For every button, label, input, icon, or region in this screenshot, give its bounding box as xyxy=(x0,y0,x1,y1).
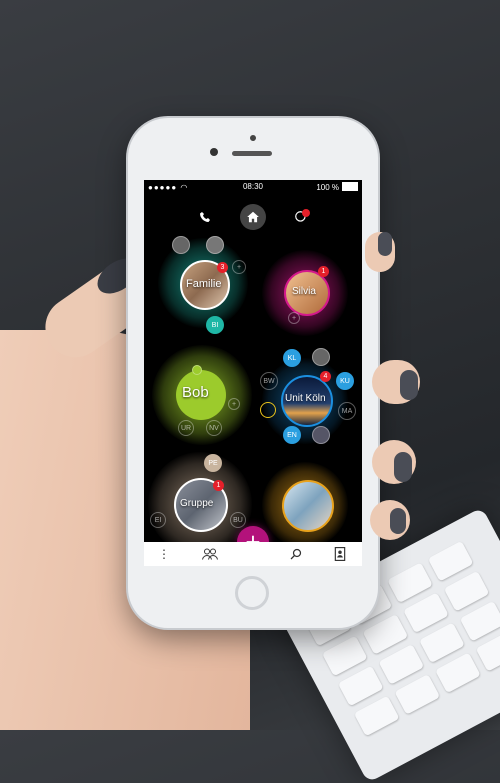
familie-add-member[interactable]: + xyxy=(232,260,246,274)
gruppe-name: Gruppe xyxy=(180,498,214,509)
unit-koeln-member-avatar[interactable]: KU xyxy=(336,372,354,390)
unit-koeln-group-bubble[interactable]: Unit Köln xyxy=(281,375,333,427)
familie-unread-badge: 3 xyxy=(217,262,228,273)
gruppe-member-avatar[interactable]: EI xyxy=(150,512,166,528)
familie-member-initials[interactable]: BI xyxy=(206,316,224,334)
phone-icon[interactable] xyxy=(192,204,218,230)
unit-koeln-unread-badge: 4 xyxy=(320,371,331,382)
earpiece-speaker xyxy=(232,151,272,156)
front-sensor xyxy=(250,135,256,141)
finger-nail xyxy=(394,452,412,482)
gruppe-member-avatar[interactable]: PE xyxy=(204,454,222,472)
unit-koeln-member-avatar[interactable] xyxy=(312,348,330,366)
unit-koeln-member-avatar[interactable] xyxy=(260,402,276,418)
bob-add-member[interactable]: + xyxy=(228,398,240,410)
gruppe-member-avatar[interactable]: BU xyxy=(230,512,246,528)
notifications-badge xyxy=(302,209,310,217)
contact-book-icon[interactable] xyxy=(328,542,352,566)
familie-member-avatar[interactable] xyxy=(206,236,224,254)
top-nav xyxy=(144,204,362,230)
more-vertical-icon[interactable]: ⋮ xyxy=(152,542,176,566)
battery-icon xyxy=(342,182,358,191)
familie-member-avatar[interactable] xyxy=(172,236,190,254)
gruppe-unread-badge: 1 xyxy=(213,480,224,491)
silvia-add-member[interactable]: + xyxy=(288,312,300,324)
unit-koeln-member-avatar[interactable] xyxy=(312,426,330,444)
bob-member-avatar[interactable]: UR xyxy=(178,420,194,436)
chat-bubble-icon[interactable] xyxy=(288,204,314,230)
unit-koeln-member-avatar[interactable]: BW xyxy=(260,372,278,390)
front-camera xyxy=(210,148,218,156)
finger-nail xyxy=(390,508,406,534)
search-icon[interactable] xyxy=(284,542,308,566)
home-button[interactable] xyxy=(235,576,269,610)
bob-name: Bob xyxy=(182,384,209,401)
bob-contact-bubble[interactable]: Bob xyxy=(176,370,226,420)
app-screen: ●●●●● ◠ 08:30 100 % Familie 3 + BI Silvi… xyxy=(144,180,362,566)
silvia-name: Silvia xyxy=(292,286,316,297)
unit-koeln-name: Unit Köln xyxy=(285,393,326,404)
silvia-unread-badge: 1 xyxy=(318,266,329,277)
team-group-bubble[interactable] xyxy=(282,480,334,532)
finger-nail xyxy=(400,370,418,400)
bob-status-icon xyxy=(192,365,202,375)
bob-member-avatar[interactable]: NV xyxy=(206,420,222,436)
familie-name: Familie xyxy=(186,278,222,290)
smartphone: ●●●●● ◠ 08:30 100 % Familie 3 + BI Silvi… xyxy=(128,118,378,628)
unit-koeln-member-avatar[interactable]: EN xyxy=(283,426,301,444)
bottom-nav: ⋮ xyxy=(144,542,362,566)
people-icon[interactable] xyxy=(196,542,224,566)
finger-nail xyxy=(378,232,392,256)
status-bar: ●●●●● ◠ 08:30 100 % xyxy=(144,180,362,194)
home-icon[interactable] xyxy=(240,204,266,230)
battery-indicator: 100 % xyxy=(316,182,358,192)
unit-koeln-member-avatar[interactable]: MA xyxy=(338,402,356,420)
battery-label: 100 % xyxy=(316,183,339,192)
unit-koeln-member-avatar[interactable]: KL xyxy=(283,349,301,367)
